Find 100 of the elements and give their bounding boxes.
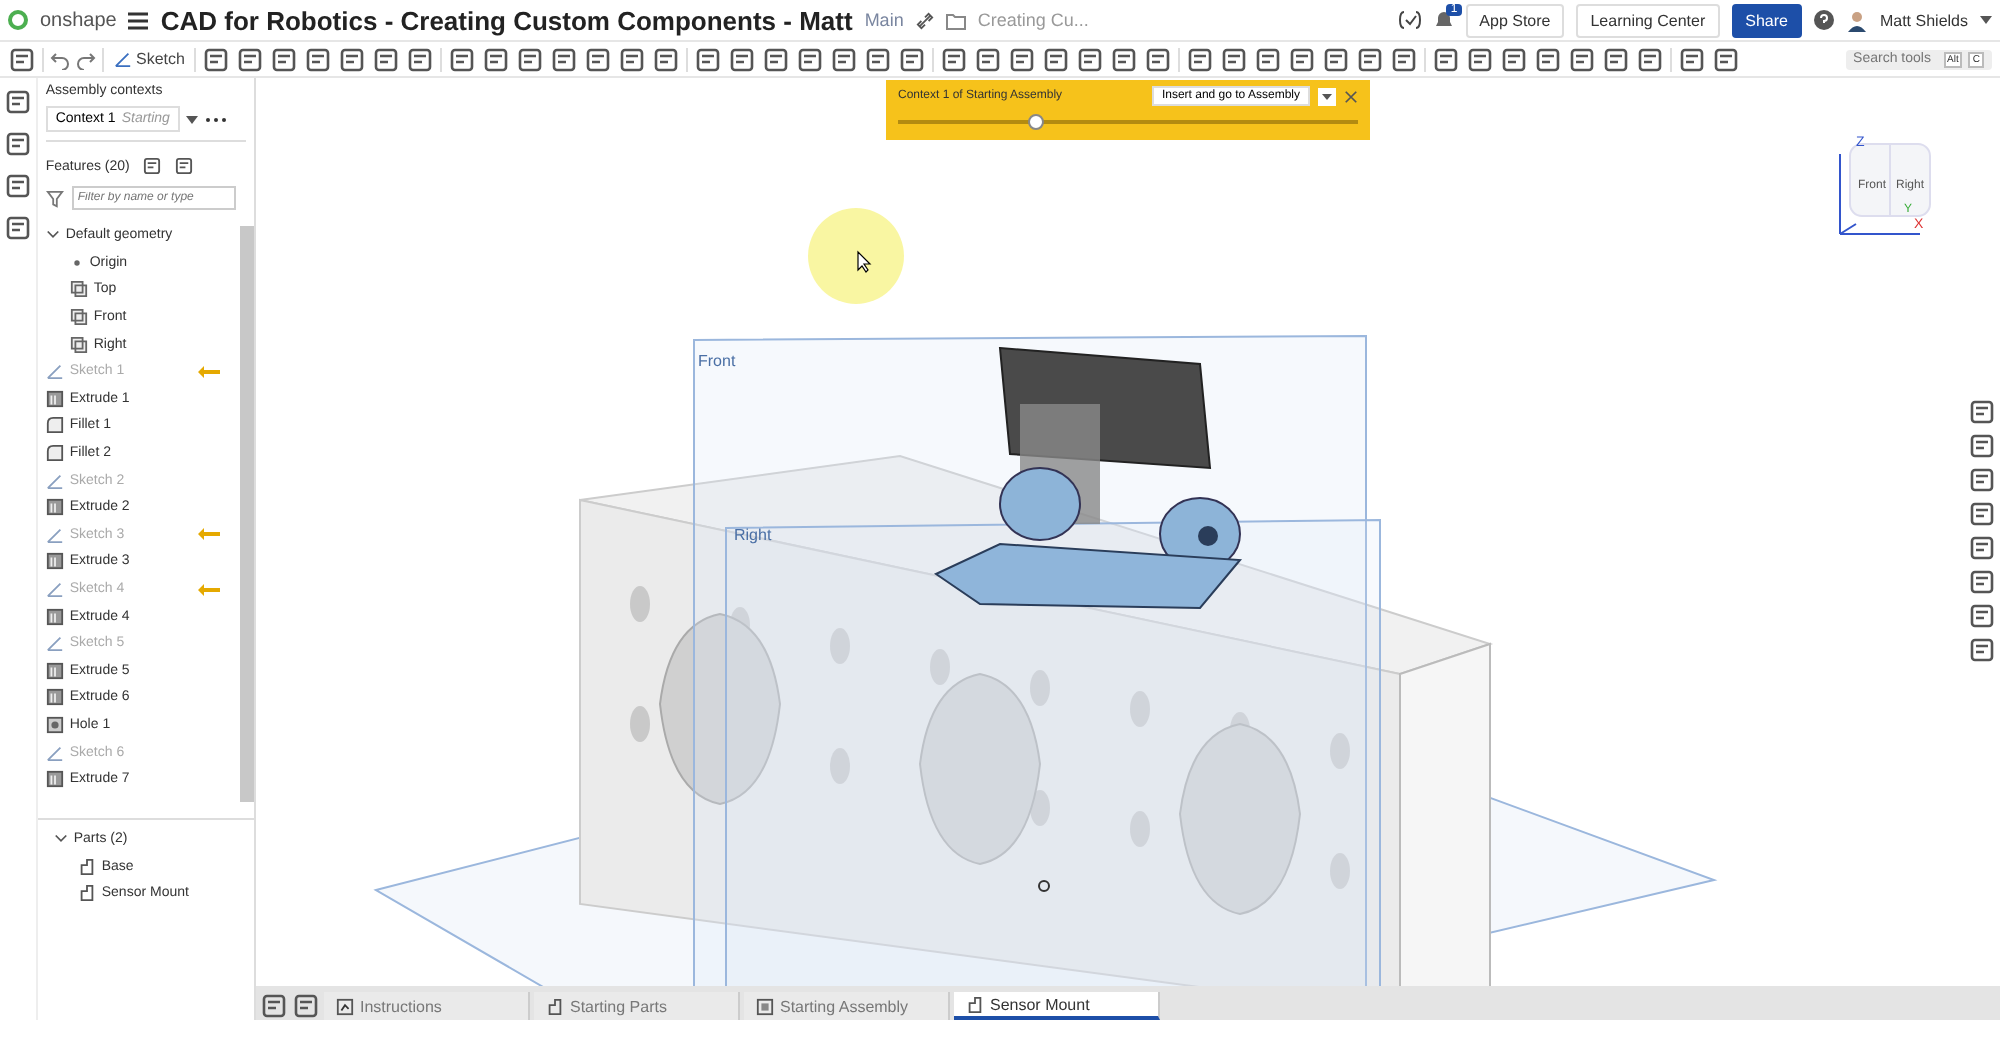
tool-icon[interactable] [338,45,367,73]
tool-icon[interactable] [1008,45,1037,73]
tool-icon[interactable] [448,45,477,73]
tool-icon[interactable] [1432,45,1461,73]
tool-icon[interactable] [830,45,859,73]
document-icon [336,997,354,1015]
pencil-icon [45,362,64,381]
view-tool-icon[interactable] [1968,534,1996,562]
plane-icon [69,308,88,327]
tool-icon[interactable] [1678,45,1707,73]
part-icon [546,997,564,1015]
variables-icon[interactable] [1397,10,1422,30]
tool-icon[interactable] [1076,45,1105,73]
close-icon[interactable] [1344,89,1358,103]
avatar-icon[interactable] [1845,9,1868,31]
bell-icon[interactable] [1433,9,1454,31]
caret-icon[interactable] [45,228,60,243]
tool-icon[interactable] [1144,45,1173,73]
tool-icon[interactable] [1042,45,1071,73]
extrude-icon [45,552,64,571]
tool-icon[interactable] [652,45,681,73]
pencil-icon [114,50,132,68]
view-tool-icon[interactable] [1968,398,1996,426]
filter-icon[interactable] [45,189,64,207]
tool-icon[interactable] [1534,45,1563,73]
extrude-icon [45,607,64,626]
document-tab[interactable]: Sensor Mount [954,992,1160,1020]
tool-icon[interactable] [1254,45,1283,73]
caret-icon[interactable] [1980,14,1992,26]
tool-icon[interactable] [372,45,401,73]
view-tool-icon[interactable] [1968,466,1996,494]
tool-icon[interactable] [1568,45,1597,73]
caret-icon[interactable] [1318,87,1336,105]
tool-icon[interactable] [482,45,511,73]
header-button[interactable]: App Store [1465,3,1565,37]
document-tab[interactable]: Starting Assembly [744,992,950,1020]
view-tool-icon[interactable] [1968,432,1996,460]
tool-icon[interactable] [516,45,545,73]
extrude-icon [45,688,64,707]
extrude-icon [45,661,64,680]
share-button[interactable]: Share [1731,3,1802,37]
tool-icon[interactable] [1186,45,1215,73]
menu-icon[interactable] [128,11,149,29]
tool-icon[interactable] [406,45,435,73]
plane-icon [69,280,88,299]
tool-icon[interactable] [202,45,231,73]
link-icon[interactable] [915,11,934,29]
undo-icon[interactable] [50,49,70,69]
document-title: CAD for Robotics - Creating Custom Components - Matt [160,5,853,35]
view-tool-icon[interactable] [1968,602,1996,630]
tool-icon[interactable] [1288,45,1317,73]
tool-icon[interactable] [1500,45,1529,73]
tool-icon[interactable] [864,45,893,73]
branch-label[interactable]: Main [864,10,904,30]
slider-thumb[interactable] [1028,114,1044,130]
tool-icon[interactable] [1466,45,1495,73]
tool-icon[interactable] [1110,45,1139,73]
redo-icon[interactable] [76,49,96,69]
extrude-icon [45,770,64,789]
tool-icon[interactable] [584,45,613,73]
view-cube[interactable] [1839,143,1931,235]
tool-icon[interactable] [1322,45,1351,73]
help-icon[interactable] [1813,10,1834,30]
tool-icon[interactable] [940,45,969,73]
tool-icon[interactable] [550,45,579,73]
pencil-icon [45,471,64,490]
view-tool-icon[interactable] [1968,500,1996,528]
tool-icon[interactable] [1636,45,1665,73]
caret-icon[interactable] [185,113,198,125]
tool-icon[interactable] [728,45,757,73]
tool-icon[interactable] [1390,45,1419,73]
tool-icon[interactable] [974,45,1003,73]
hole-icon [45,715,64,734]
tool-icon[interactable] [618,45,647,73]
document-tab[interactable]: Starting Parts [534,992,740,1020]
tool-icon[interactable] [1356,45,1385,73]
tool-icon[interactable] [1220,45,1249,73]
sketch-button[interactable]: Sketch [110,50,189,68]
tool-icon[interactable] [1602,45,1631,73]
user-menu[interactable]: Matt Shields [1879,11,1968,29]
tool-icon[interactable] [304,45,333,73]
plane-label: Front [698,352,736,370]
tool-icon[interactable] [762,45,791,73]
document-tab[interactable]: Instructions [324,992,530,1020]
tool-icon[interactable] [236,45,265,73]
tool-icon[interactable] [270,45,299,73]
plane-icon [69,335,88,354]
tool-icon[interactable] [796,45,825,73]
caret-icon[interactable] [53,832,68,847]
view-tool-icon[interactable] [1968,568,1996,596]
tool-icon[interactable] [1712,45,1741,73]
origin-marker [1038,880,1050,892]
pencil-icon [45,525,64,544]
pencil-icon [45,634,64,653]
scrollbar[interactable] [240,226,254,802]
tool-icon[interactable] [694,45,723,73]
tool-icon[interactable] [898,45,927,73]
cursor-highlight [808,208,904,304]
header-button[interactable]: Learning Center [1576,3,1720,37]
view-tool-icon[interactable] [1968,636,1996,664]
